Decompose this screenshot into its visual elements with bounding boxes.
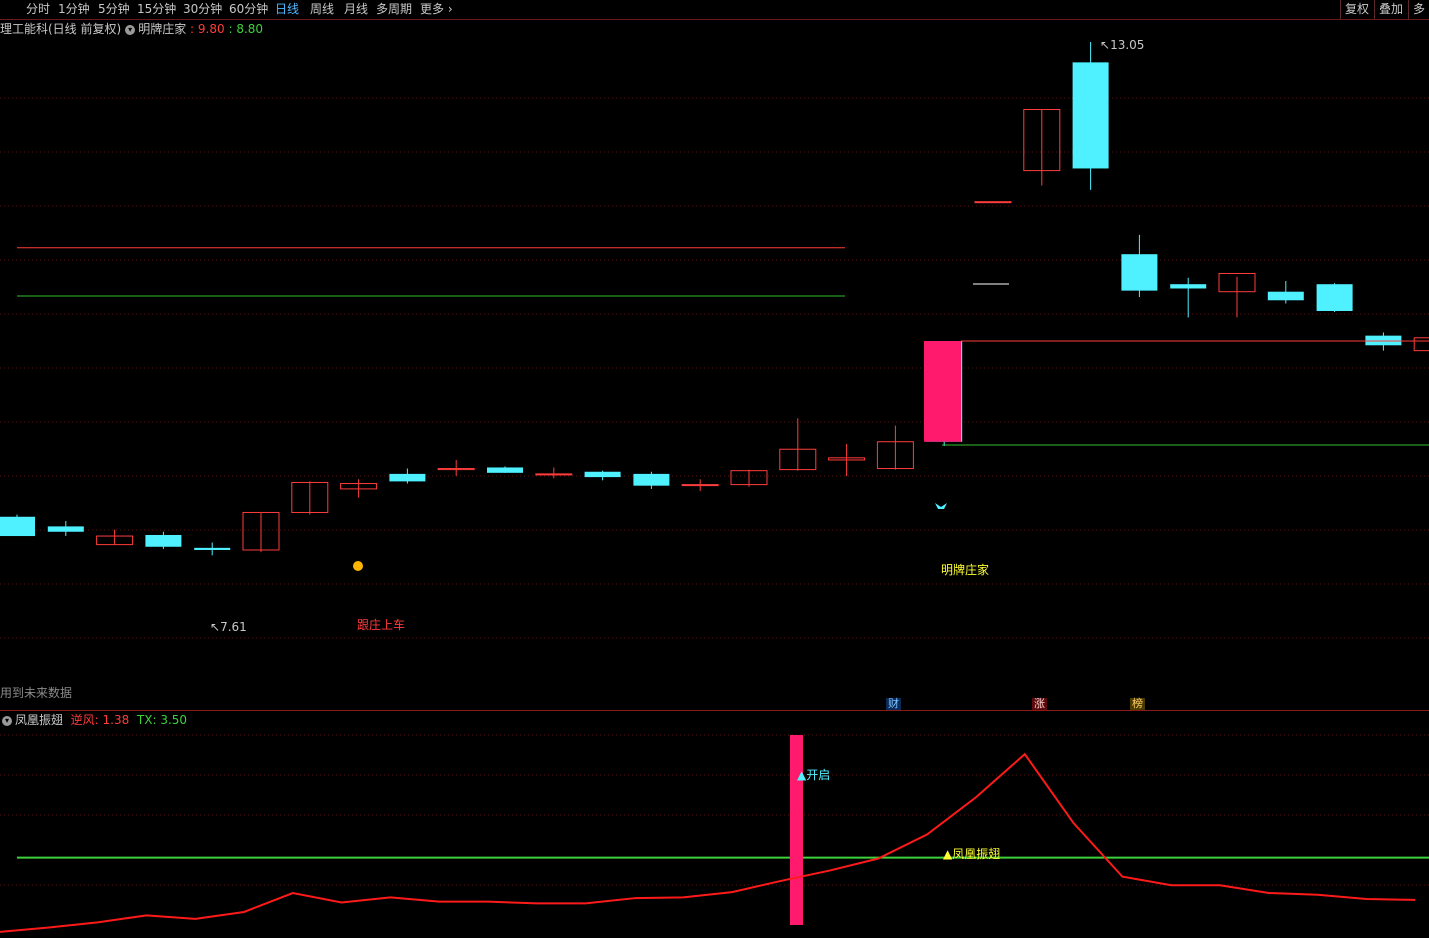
banker-signal-candle [924,341,961,442]
ranking-event-tag[interactable]: 榜 [1130,698,1145,710]
open-signal-label: ▲开启 [797,768,831,782]
chart-canvas[interactable] [0,0,1429,938]
banker-signal-label: 明牌庄家 [941,563,990,577]
sub-label-1: 逆风 [70,713,95,727]
candle-body [584,471,621,478]
candle-body [1365,335,1402,346]
candle-body [194,547,231,550]
sub-chart-header: ▾ 凤凰振翅 逆风: 1.38 TX: 3.50 [0,711,187,729]
high-price-label: ↖13.05 [1100,38,1145,52]
candle-body [389,473,426,482]
follow-signal-label: 跟庄上车 [357,618,406,632]
candle-body [1121,254,1158,291]
sub-value-1: 1.38 [102,713,130,727]
grid-lines [0,19,1429,886]
limit-up-event-tag[interactable]: 涨 [1032,698,1047,710]
candle-body [1413,337,1429,352]
open-signal-bar [790,735,803,925]
phoenix-line [0,752,1416,933]
finance-event-tag[interactable]: 财 [886,698,901,710]
sub-indicator-name[interactable]: 凤凰振翅 [15,713,63,727]
sub-value-2: 3.50 [160,713,188,727]
butterfly-icon [935,503,947,509]
phoenix-signal-label: ▲凤凰振翅 [943,847,1001,861]
chevron-down-icon[interactable]: ▾ [2,715,12,726]
candle-body [1072,62,1109,169]
candle-body [974,201,1012,204]
future-data-note: 用到未来数据 [0,686,73,700]
candle-body [535,473,573,476]
candle-body [633,473,670,486]
sub-label-2: TX [136,713,153,727]
candle-body [1267,291,1304,301]
candle-body [145,534,182,547]
candle-body [1316,284,1353,311]
phoenix-indicator-chart [0,735,1429,933]
candle-body [681,484,719,487]
candle-body [0,516,35,537]
candle-body [1170,284,1207,289]
candle-body [47,526,84,532]
low-price-label: ↖7.61 [210,620,247,634]
candle-body [487,467,523,473]
candlestick-chart [0,42,1429,571]
coin-icon [353,561,363,571]
